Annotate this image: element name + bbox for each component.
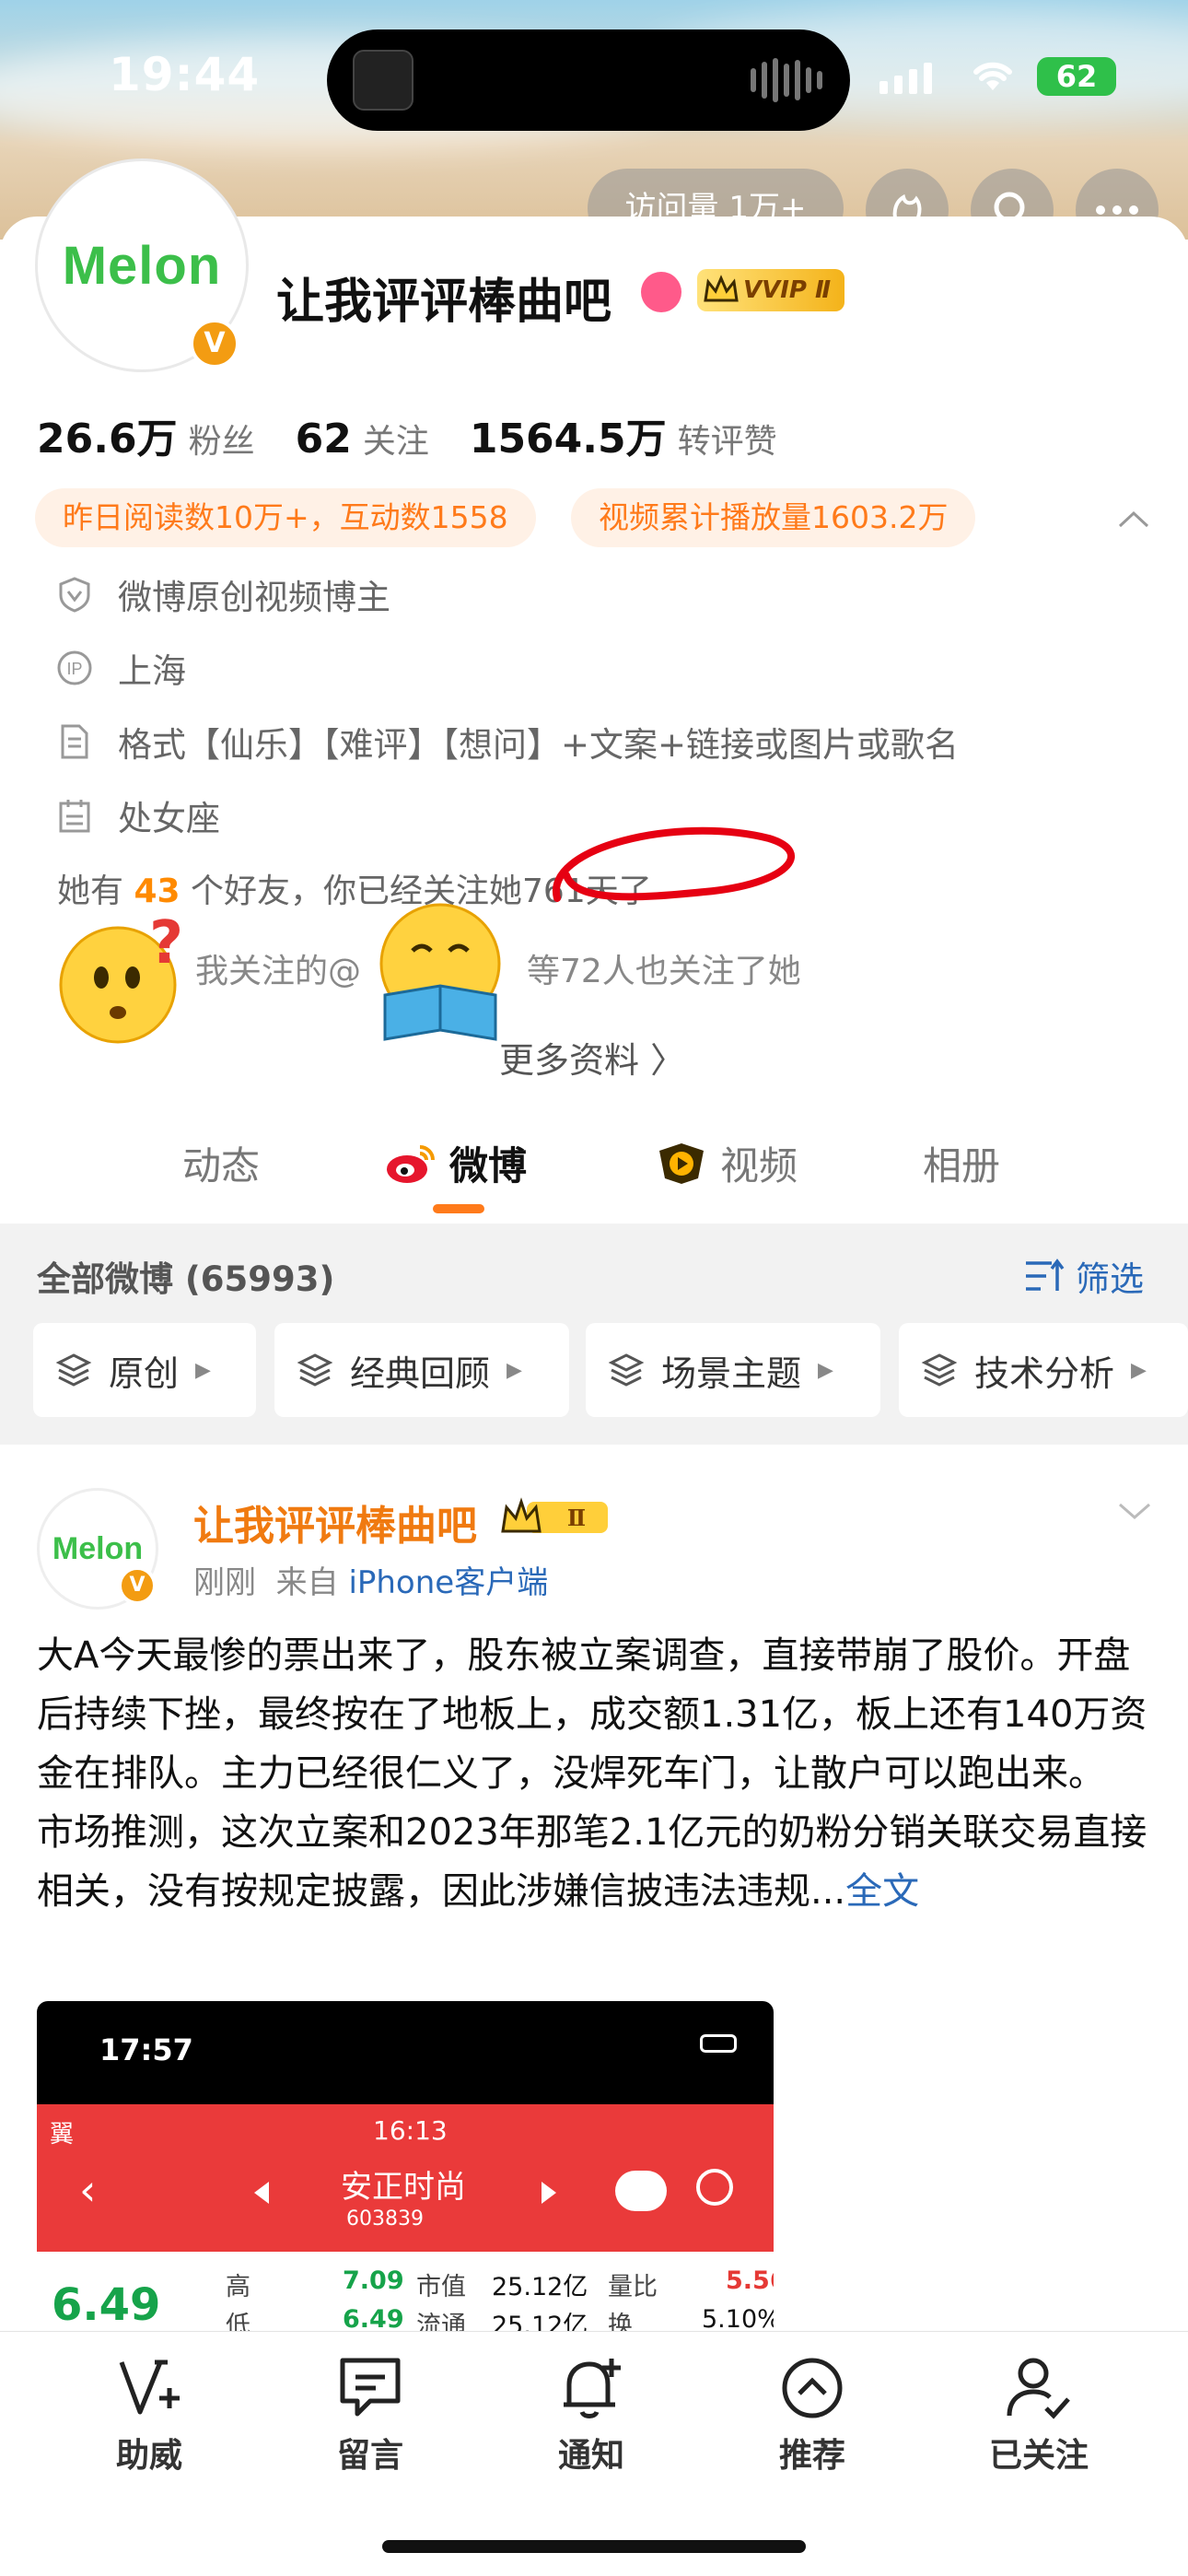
verified-badge-icon: V bbox=[190, 319, 239, 369]
shield-v-icon bbox=[59, 577, 90, 613]
home-indicator[interactable] bbox=[382, 2540, 806, 2553]
tab-weibo[interactable]: 微博 bbox=[385, 1135, 527, 1191]
info-bio: 格式【仙乐】【难评】【想问】+文案+链接或图片或歌名 bbox=[55, 717, 959, 767]
filter-icon bbox=[1026, 1259, 1065, 1291]
red-annotation-circle bbox=[552, 826, 795, 902]
avatar-logo: Melon bbox=[62, 235, 222, 296]
following-button[interactable]: 已关注 bbox=[947, 2351, 1131, 2476]
post-menu-chevron-icon[interactable] bbox=[1116, 1497, 1153, 1525]
wifi-icon bbox=[973, 62, 1012, 90]
chip-original[interactable]: 原创 ▶ bbox=[33, 1323, 256, 1417]
post-image[interactable]: 17:57 翼 16:13 安正时尚 603839 ‹ 6.49 高 7.09 … bbox=[37, 2001, 774, 2333]
reading-emoji-icon bbox=[379, 903, 501, 1041]
layers-icon bbox=[608, 1353, 645, 1387]
more-info-link[interactable]: 更多资料 〉 bbox=[499, 1032, 685, 1083]
calendar-icon bbox=[59, 800, 90, 833]
all-posts-count: 全部微博 (65993) bbox=[37, 1259, 335, 1299]
pink-badge-icon[interactable] bbox=[641, 272, 681, 312]
info-verified-type: 微博原创视频博主 bbox=[55, 569, 390, 619]
vvip-badge[interactable]: VVIP Ⅱ bbox=[697, 269, 844, 311]
profile-name: 让我评评棒曲吧 bbox=[276, 275, 612, 330]
layers-icon bbox=[297, 1353, 333, 1387]
stat-followers[interactable]: 26.6万 粉丝 bbox=[37, 405, 255, 464]
svg-text:Ⅱ: Ⅱ bbox=[567, 1505, 586, 1531]
dynamic-island bbox=[327, 29, 850, 131]
reads-pill[interactable]: 昨日阅读数10万+，互动数1558 bbox=[35, 488, 536, 547]
comment-icon bbox=[340, 2358, 401, 2417]
bell-plus-icon bbox=[564, 2359, 621, 2418]
tab-album[interactable]: 相册 bbox=[923, 1135, 1000, 1191]
status-bar: 19:44 62 bbox=[0, 0, 1188, 157]
post-author-name[interactable]: 让我评评棒曲吧 bbox=[193, 1493, 477, 1551]
svg-text:IP: IP bbox=[66, 660, 82, 678]
recommend-button[interactable]: 推荐 bbox=[720, 2351, 904, 2476]
notify-button[interactable]: 通知 bbox=[499, 2351, 683, 2476]
stat-following[interactable]: 62 关注 bbox=[296, 415, 429, 463]
info-ip-location: IP 上海 bbox=[55, 643, 186, 693]
crown-icon bbox=[704, 275, 739, 302]
svg-text:?: ? bbox=[149, 917, 183, 978]
document-icon bbox=[61, 724, 88, 759]
post-meta: 刚刚 来自 iPhone客户端 bbox=[193, 1564, 549, 1601]
comment-button[interactable]: 留言 bbox=[278, 2351, 462, 2476]
user-check-icon bbox=[1007, 2358, 1070, 2419]
friends-count: 43 bbox=[134, 872, 181, 910]
tab-video[interactable]: 视频 bbox=[656, 1135, 798, 1191]
profile-stats: 26.6万 粉丝 62 关注 1564.5万 转评赞 bbox=[37, 405, 777, 464]
sift-button[interactable]: 筛选 bbox=[1024, 1251, 1144, 1301]
post-source-link[interactable]: iPhone客户端 bbox=[348, 1564, 548, 1601]
confused-emoji-icon: ? bbox=[59, 917, 183, 1044]
mutual-follow-left[interactable]: 我关注的@ bbox=[195, 944, 361, 992]
ip-icon: IP bbox=[57, 650, 92, 685]
chip-scene-theme[interactable]: 场景主题 ▶ bbox=[586, 1323, 880, 1417]
v-plus-icon bbox=[119, 2359, 180, 2415]
layers-icon bbox=[921, 1353, 958, 1387]
tab-dynamics[interactable]: 动态 bbox=[182, 1135, 260, 1191]
video-plays-pill[interactable]: 视频累计播放量1603.2万 bbox=[571, 488, 976, 547]
post-vip-crown-icon[interactable]: Ⅱ bbox=[499, 1494, 610, 1539]
cheer-button[interactable]: 助威 bbox=[57, 2351, 241, 2476]
audio-wave-icon bbox=[751, 57, 822, 103]
expand-full-text-link[interactable]: 全文 bbox=[845, 1870, 919, 1913]
battery-indicator: 62 bbox=[1037, 57, 1116, 96]
post-verified-badge-icon: V bbox=[118, 1566, 157, 1605]
status-time: 19:44 bbox=[109, 48, 261, 101]
cellular-signal-icon bbox=[879, 63, 932, 94]
chip-classic-review[interactable]: 经典回顾 ▶ bbox=[274, 1323, 569, 1417]
chip-technical-analysis[interactable]: 技术分析 ▶ bbox=[899, 1323, 1188, 1417]
stat-interactions[interactable]: 1564.5万 转评赞 bbox=[470, 405, 777, 464]
info-zodiac: 处女座 bbox=[55, 790, 220, 840]
now-playing-thumb bbox=[353, 50, 413, 111]
vvip-label: VVIP Ⅱ bbox=[743, 276, 832, 304]
recommend-icon bbox=[782, 2358, 843, 2418]
video-badge-icon bbox=[659, 1142, 704, 1184]
collapse-chevron-icon[interactable] bbox=[1116, 502, 1151, 537]
layers-icon bbox=[55, 1353, 92, 1387]
post-body: 大A今天最惨的票出来了，股东被立案调查，直接带崩了股价。开盘后持续下挫，最终按在… bbox=[37, 1634, 1147, 1913]
more-dots-icon bbox=[1096, 205, 1138, 215]
weibo-logo-icon bbox=[387, 1144, 435, 1183]
active-tab-indicator bbox=[433, 1204, 484, 1213]
mutual-follow-right[interactable]: 等72人也关注了她 bbox=[527, 944, 801, 992]
